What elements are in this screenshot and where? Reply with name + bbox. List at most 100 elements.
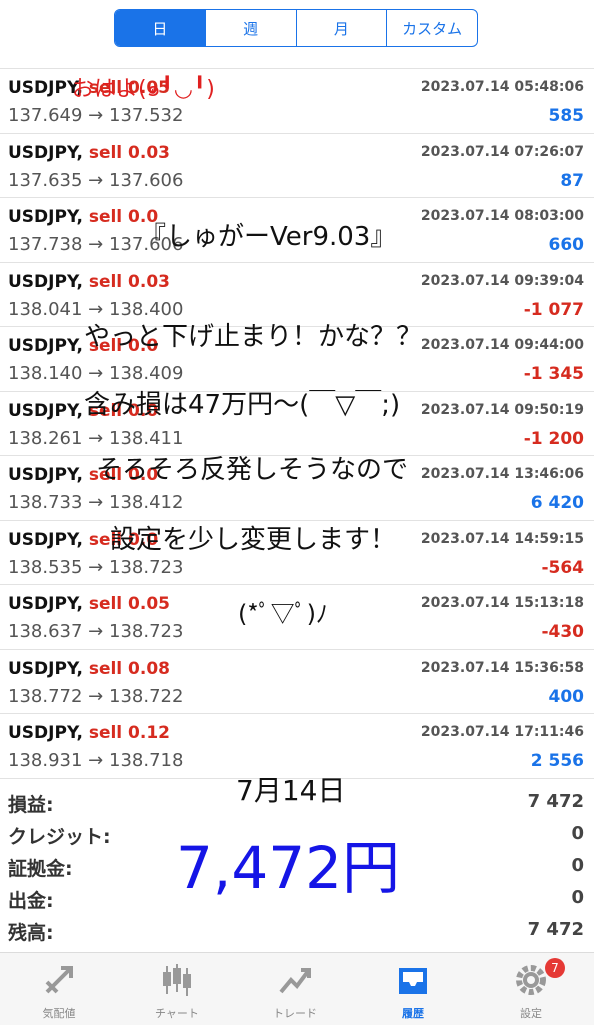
- close-price: 138.718: [109, 750, 184, 771]
- trade-side-volume: sell 0.05: [88, 594, 170, 614]
- summary-row-balance: 残高: 7 472: [0, 913, 594, 945]
- open-price: 138.535: [8, 556, 83, 578]
- trade-datetime: 2023.07.14 13:46:06: [420, 466, 584, 482]
- summary-row-credit: クレジット: 0: [0, 817, 594, 849]
- symbol-text: USDJPY,: [8, 529, 83, 550]
- trade-prices: 138.535 → 138.723: [8, 557, 183, 578]
- trade-row[interactable]: USDJPY, sell 0.08 2023.07.14 15:36:58 138.…: [0, 650, 594, 714]
- open-price: 137.635: [8, 169, 83, 191]
- trade-datetime: 2023.07.14 15:13:18: [420, 595, 584, 611]
- symbol-text: USDJPY,: [8, 336, 83, 356]
- trade-prices: 138.931 → 138.718: [8, 750, 183, 771]
- tab-chart[interactable]: チャート: [118, 953, 236, 1025]
- tab-settings[interactable]: 7 設定: [472, 953, 590, 1025]
- trade-profit: 660: [548, 235, 585, 255]
- trade-side-volume: sell 0.05: [88, 78, 170, 98]
- arrow-icon: →: [88, 363, 104, 384]
- trade-row[interactable]: USDJPY, sell 0.0 2023.07.14 14:59:15 138.5…: [0, 521, 594, 585]
- symbol-text: USDJPY,: [8, 207, 83, 227]
- trade-profit: -1 077: [523, 299, 584, 320]
- close-price: 138.723: [109, 556, 184, 578]
- close-price: 137.532: [109, 105, 184, 126]
- tab-history[interactable]: 履歴: [354, 953, 472, 1025]
- trade-profit: -564: [541, 557, 584, 578]
- symbol-text: USDJPY,: [8, 465, 83, 485]
- margin-label: 証拠金:: [8, 858, 73, 880]
- profit-value: 7 472: [527, 791, 584, 812]
- arrow-icon: →: [88, 621, 104, 642]
- segment-custom[interactable]: カスタム: [386, 10, 477, 46]
- trade-row[interactable]: USDJPY, sell 0.0 2023.07.14 09:50:19 138.2…: [0, 392, 594, 456]
- trade-profit: 585: [548, 106, 585, 126]
- trade-prices: 138.261 → 138.411: [8, 428, 183, 449]
- trade-datetime: 2023.07.14 15:36:58: [420, 659, 584, 676]
- symbol-text: USDJPY,: [8, 723, 83, 743]
- tab-trade[interactable]: トレード: [236, 953, 354, 1025]
- arrow-icon: →: [88, 298, 104, 320]
- summary-row-margin: 証拠金: 0: [0, 849, 594, 881]
- trade-side-volume: sell 0.0: [88, 207, 159, 227]
- trade-row[interactable]: USDJPY, sell 0.03 2023.07.14 07:26:07 137.…: [0, 134, 594, 198]
- symbol-text: USDJPY,: [8, 142, 83, 163]
- candlestick-chart-icon: [163, 964, 191, 996]
- open-price: 137.649: [8, 105, 83, 126]
- trade-symbol: USDJPY, sell 0.0: [8, 465, 158, 485]
- close-price: 137.606: [109, 234, 184, 255]
- profit-label: 損益:: [8, 794, 54, 816]
- segment-day[interactable]: 日: [115, 10, 205, 46]
- tab-label: 気配値: [42, 1007, 76, 1020]
- segment-week[interactable]: 週: [204, 10, 296, 46]
- trade-symbol: USDJPY, sell 0.03: [8, 143, 170, 163]
- gear-icon: [516, 965, 546, 995]
- trade-profit: -1 345: [523, 364, 584, 384]
- arrow-icon: →: [88, 105, 104, 126]
- trade-symbol: USDJPY, sell 0.0: [8, 336, 158, 356]
- tab-label: チャート: [155, 1007, 199, 1020]
- symbol-text: USDJPY,: [8, 658, 83, 679]
- trade-symbol: USDJPY, sell 0.05: [8, 78, 170, 98]
- trade-symbol: USDJPY, sell 0.12: [8, 723, 170, 743]
- open-price: 138.041: [8, 298, 83, 320]
- segment-month[interactable]: 月: [295, 10, 387, 46]
- credit-value: 0: [571, 823, 584, 844]
- trade-prices: 138.140 → 138.409: [8, 363, 183, 384]
- open-price: 138.637: [8, 621, 83, 642]
- trade-symbol: USDJPY, sell 0.0: [8, 207, 158, 227]
- trade-profit: -1 200: [523, 428, 584, 449]
- arrow-icon: →: [88, 750, 104, 771]
- trade-row[interactable]: USDJPY, sell 0.03 2023.07.14 09:39:04 138.…: [0, 263, 594, 327]
- trade-row[interactable]: USDJPY, sell 0.12 2023.07.14 17:11:46 138.…: [0, 714, 594, 779]
- tab-label: 設定: [520, 1007, 542, 1020]
- trade-symbol: USDJPY, sell 0.0: [8, 401, 158, 421]
- trade-row[interactable]: USDJPY, sell 0.0 2023.07.14 08:03:00 137.7…: [0, 198, 594, 263]
- trade-row[interactable]: USDJPY, sell 0.0 2023.07.14 09:44:00 138.1…: [0, 327, 594, 392]
- trade-side-volume: sell 0.03: [88, 142, 170, 163]
- notification-badge: 7: [545, 958, 565, 978]
- withdrawal-value: 0: [571, 887, 584, 908]
- trade-datetime: 2023.07.14 07:26:07: [420, 143, 584, 160]
- trade-row[interactable]: USDJPY, sell 0.0 2023.07.14 13:46:06 138.7…: [0, 456, 594, 521]
- open-price: 138.733: [8, 492, 83, 513]
- close-price: 138.409: [109, 363, 184, 384]
- symbol-text: USDJPY,: [8, 400, 83, 421]
- tab-quotes[interactable]: 気配値: [0, 953, 118, 1025]
- trade-prices: 138.637 → 138.723: [8, 621, 183, 642]
- bottom-tab-bar: 気配値 チャート トレード 履歴 7 設定: [0, 952, 594, 1025]
- trade-icon: [279, 968, 311, 994]
- open-price: 137.738: [8, 234, 83, 255]
- trade-side-volume: sell 0.08: [88, 658, 170, 679]
- close-price: 138.400: [109, 298, 184, 320]
- trade-profit: 6 420: [530, 493, 584, 513]
- open-price: 138.772: [8, 685, 83, 707]
- arrow-icon: →: [88, 234, 104, 255]
- symbol-text: USDJPY,: [8, 78, 83, 98]
- trade-datetime: 2023.07.14 09:44:00: [420, 337, 584, 353]
- balance-value: 7 472: [527, 919, 584, 940]
- arrow-icon: →: [88, 492, 104, 513]
- close-price: 138.722: [109, 685, 184, 707]
- trade-symbol: USDJPY, sell 0.05: [8, 594, 170, 614]
- close-price: 138.723: [109, 621, 184, 642]
- trade-row[interactable]: USDJPY, sell 0.05 2023.07.14 05:48:06 137.…: [0, 69, 594, 134]
- trade-row[interactable]: USDJPY, sell 0.05 2023.07.14 15:13:18 138.…: [0, 585, 594, 650]
- period-segmented-control: 日 週 月 カスタム: [114, 9, 478, 47]
